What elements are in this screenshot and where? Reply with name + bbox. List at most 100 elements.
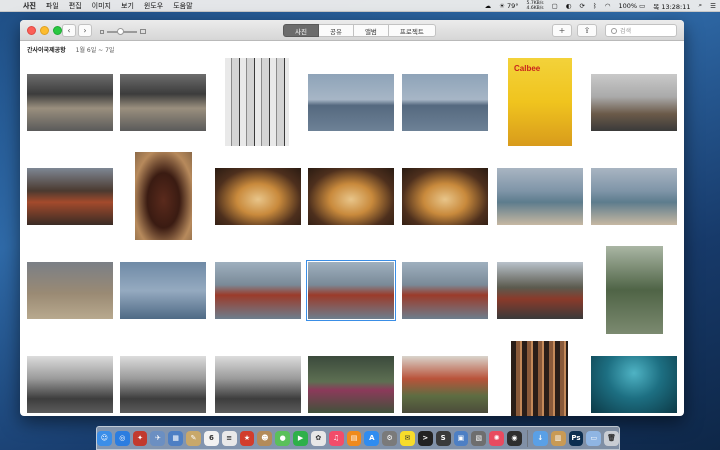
- photo-thumbnail[interactable]: [402, 74, 488, 131]
- photo-thumbnail[interactable]: [591, 356, 677, 413]
- photo-thumbnail[interactable]: [27, 168, 113, 225]
- photo-thumbnail[interactable]: [308, 74, 394, 131]
- menu-image[interactable]: 이미지: [87, 1, 116, 11]
- forward-button[interactable]: ›: [78, 24, 92, 37]
- photo-thumbnail[interactable]: [591, 168, 677, 225]
- photo-thumbnail[interactable]: Calbee: [508, 58, 572, 146]
- photo-label: Calbee: [514, 64, 541, 73]
- terminal-icon[interactable]: >: [417, 430, 433, 446]
- preview-icon[interactable]: ▣: [453, 430, 469, 446]
- photo-thumbnail[interactable]: [27, 74, 113, 131]
- notes-icon[interactable]: ✎: [186, 430, 201, 446]
- system-prefs-icon[interactable]: ⚙: [382, 430, 398, 446]
- appstore-icon[interactable]: A: [364, 430, 380, 446]
- kakaotalk-icon[interactable]: ✉: [400, 430, 415, 446]
- menu-window[interactable]: 윈도우: [139, 1, 168, 11]
- menu-photos[interactable]: 사진: [18, 1, 41, 11]
- photo-thumbnail[interactable]: [120, 356, 206, 413]
- photo-thumbnail[interactable]: [215, 356, 301, 413]
- music-icon[interactable]: ♫: [328, 430, 344, 446]
- photo-thumbnail[interactable]: [27, 262, 113, 319]
- tray-cloud-icon[interactable]: ☁: [481, 2, 496, 10]
- photoshop-icon[interactable]: Ps: [568, 430, 584, 446]
- photo-thumbnail[interactable]: [511, 341, 568, 416]
- photo-thumbnail[interactable]: [308, 168, 394, 225]
- search-field[interactable]: 검색: [605, 24, 677, 37]
- add-button[interactable]: +: [552, 24, 572, 37]
- menu-edit[interactable]: 편집: [64, 1, 87, 11]
- tab-shared[interactable]: 공유: [318, 24, 354, 37]
- facetime-icon[interactable]: ▶: [293, 430, 308, 446]
- moment-location[interactable]: 간사이국제공항: [27, 45, 66, 54]
- archive-icon[interactable]: ▥: [550, 430, 566, 446]
- calendar-icon[interactable]: 6: [203, 430, 219, 446]
- photos-preview-icon[interactable]: ▦: [168, 430, 184, 446]
- downloads-folder-icon[interactable]: ↓: [532, 430, 548, 446]
- menu-bar: 사진 파일 편집 이미지 보기 윈도우 도움말 ☁ ☀ 79° 5.7KB/s 4…: [0, 0, 720, 12]
- photo-thumbnail[interactable]: [135, 152, 192, 240]
- tray-sync-icon[interactable]: ⟳: [575, 2, 588, 10]
- toolbar: ‹ › 사진 공유 앨범 프로젝트 + ⇪ 검색: [20, 20, 684, 41]
- tray-wifi-icon[interactable]: ◠: [601, 2, 615, 10]
- safari-icon[interactable]: ◎: [114, 430, 130, 446]
- tab-albums[interactable]: 앨범: [353, 24, 389, 37]
- photo-thumbnail[interactable]: [215, 262, 301, 319]
- tray-app-icon[interactable]: ▢: [548, 2, 562, 10]
- notification-center-icon[interactable]: ☰: [706, 2, 720, 10]
- close-window-button[interactable]: [27, 26, 36, 35]
- tray-network-speed[interactable]: 5.7KB/s 4.6KB/s: [523, 1, 548, 11]
- rocket-icon[interactable]: ✦: [132, 430, 148, 446]
- tray-weather[interactable]: ☀ 79°: [495, 2, 522, 10]
- weather-icon: ☀: [499, 1, 505, 10]
- photo-thumbnail[interactable]: [402, 262, 488, 319]
- quicktime-icon[interactable]: ◉: [507, 430, 522, 446]
- image-app-icon[interactable]: ▧: [471, 430, 487, 446]
- photo-thumbnail[interactable]: [306, 260, 396, 321]
- photo-thumbnail[interactable]: [27, 356, 113, 413]
- contacts-icon[interactable]: ☻: [257, 430, 273, 446]
- minimize-window-button[interactable]: [40, 26, 49, 35]
- tab-photos[interactable]: 사진: [283, 24, 319, 37]
- photo-thumbnail[interactable]: [402, 356, 488, 413]
- share-button[interactable]: ⇪: [577, 24, 597, 37]
- tab-projects[interactable]: 프로젝트: [388, 24, 436, 37]
- spotlight-icon[interactable]: ⌕: [695, 1, 707, 10]
- moment-dates: 1월 6일 ~ 7일: [75, 46, 115, 54]
- menu-file[interactable]: 파일: [41, 1, 64, 11]
- tray-clock[interactable]: 목 13:28:11: [649, 1, 694, 11]
- photo-thumbnail[interactable]: [225, 58, 289, 146]
- photo-thumbnail[interactable]: [591, 74, 677, 131]
- moment-header: 간사이국제공항 1월 6일 ~ 7일: [20, 41, 684, 57]
- tray-battery[interactable]: 100% ▭: [614, 2, 649, 10]
- sublime-icon[interactable]: S: [435, 430, 451, 446]
- tray-shield-icon[interactable]: ◐: [562, 2, 576, 10]
- photo-thumbnail[interactable]: [497, 168, 583, 225]
- photo-thumbnail[interactable]: [215, 168, 301, 225]
- photo-thumbnail[interactable]: [402, 168, 488, 225]
- menu-help[interactable]: 도움말: [168, 1, 197, 11]
- finder-icon[interactable]: ☺: [97, 430, 112, 446]
- zoom-slider-knob[interactable]: [117, 27, 124, 35]
- photos-window: ‹ › 사진 공유 앨범 프로젝트 + ⇪ 검색 간사이국제공항 1월 6일 ~…: [20, 20, 684, 416]
- star-app-icon[interactable]: ★: [239, 430, 255, 446]
- photo-thumbnail[interactable]: [120, 74, 206, 131]
- zoom-slider[interactable]: [100, 27, 146, 35]
- color-app-icon[interactable]: ✺: [489, 430, 505, 446]
- documents-folder-icon[interactable]: ▭: [586, 430, 602, 446]
- messages-icon[interactable]: ●: [275, 430, 291, 446]
- trash-icon[interactable]: 🗑: [604, 430, 619, 446]
- photo-thumbnail[interactable]: [308, 356, 394, 413]
- mail-icon[interactable]: ✈: [150, 430, 166, 446]
- photo-thumbnail[interactable]: [606, 246, 663, 334]
- net-down-label: 4.6KB/s: [526, 5, 544, 11]
- menu-view[interactable]: 보기: [116, 1, 139, 11]
- back-button[interactable]: ‹: [62, 24, 76, 37]
- photo-thumbnail[interactable]: [120, 262, 206, 319]
- battery-label: 100%: [618, 1, 638, 10]
- fullscreen-window-button[interactable]: [53, 26, 62, 35]
- tray-bluetooth-icon[interactable]: ᛒ: [589, 2, 601, 10]
- photos-icon[interactable]: ✿: [310, 430, 326, 446]
- books-icon[interactable]: ▤: [346, 430, 362, 446]
- reminders-icon[interactable]: ≡: [221, 430, 237, 446]
- photo-thumbnail[interactable]: [497, 262, 583, 319]
